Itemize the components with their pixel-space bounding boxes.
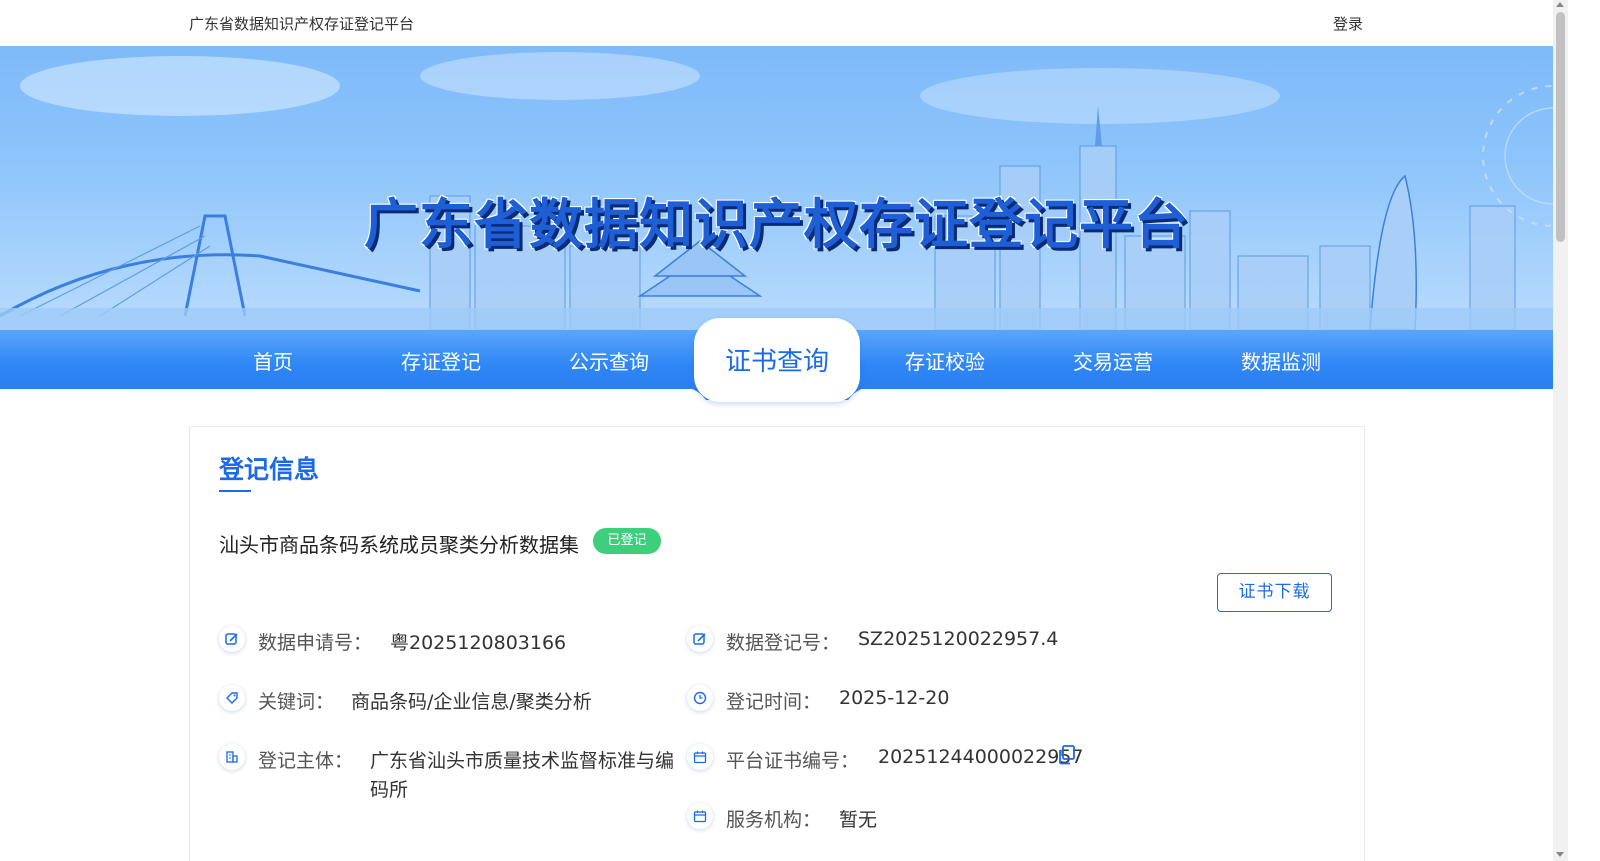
section-title: 登记信息 — [219, 455, 320, 484]
calendar-icon — [687, 744, 713, 770]
building-icon — [219, 744, 245, 770]
certificate-no-label: 平台证书编号： — [726, 750, 860, 772]
banner-title: 广东省数据知识产权存证登记平台 — [364, 193, 1189, 256]
registrant-value-line1: 广东省汕头市质量技术监督标准与编 — [370, 750, 675, 772]
edit-icon — [687, 626, 713, 652]
nav-item-registration[interactable]: 存证登记 — [356, 346, 526, 375]
keywords-label: 关键词： — [258, 691, 335, 713]
registration-time-value: 2025-12-20 — [839, 687, 950, 709]
application-no-label: 数据申请号： — [258, 632, 373, 654]
login-link[interactable]: 登录 — [1333, 13, 1363, 34]
copy-icon[interactable] — [1058, 745, 1076, 765]
nav-item-monitoring[interactable]: 数据监测 — [1196, 346, 1366, 375]
nav-item-trading[interactable]: 交易运营 — [1028, 346, 1198, 375]
registration-no-label: 数据登记号： — [726, 632, 841, 654]
scroll-up-arrow-icon[interactable] — [1556, 2, 1564, 7]
nav-item-home[interactable]: 首页 — [188, 346, 358, 375]
top-bar: 广东省数据知识产权存证登记平台 — [0, 0, 1553, 46]
scrollbar-thumb[interactable] — [1556, 12, 1565, 242]
registrant-label: 登记主体： — [258, 750, 354, 772]
certificate-download-button[interactable]: 证书下载 — [1217, 573, 1332, 612]
application-no-value: 粤2025120803166 — [390, 632, 567, 654]
service-agency-value: 暂无 — [839, 809, 878, 831]
registrant-value-line2: 码所 — [370, 779, 409, 801]
section-underline — [219, 490, 251, 492]
tag-icon — [219, 685, 245, 711]
clock-icon — [687, 685, 713, 711]
nav-item-certificate-query[interactable]: 证书查询 — [694, 318, 860, 402]
edit-icon — [219, 626, 245, 652]
certificate-no-value: 20251244000022957 — [878, 746, 1084, 768]
registration-no-value: SZ2025120022957.4 — [858, 628, 1059, 650]
registration-time-label: 登记时间： — [726, 691, 822, 713]
keywords-value: 商品条码/企业信息/聚类分析 — [351, 691, 592, 713]
calendar-icon — [687, 803, 713, 829]
service-agency-label: 服务机构： — [726, 809, 822, 831]
nav-item-verification[interactable]: 存证校验 — [860, 346, 1030, 375]
nav-item-public-query[interactable]: 公示查询 — [524, 346, 694, 375]
scroll-down-arrow-icon[interactable] — [1556, 852, 1564, 857]
status-badge: 已登记 — [593, 528, 661, 554]
dataset-name: 汕头市商品条码系统成员聚类分析数据集 — [219, 533, 579, 557]
hero-banner: 广东省数据知识产权存证登记平台 — [0, 46, 1553, 330]
site-name: 广东省数据知识产权存证登记平台 — [189, 15, 415, 33]
